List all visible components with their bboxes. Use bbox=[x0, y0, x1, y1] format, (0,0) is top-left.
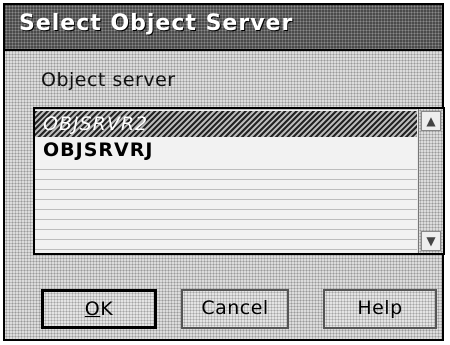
ok-button[interactable]: OK bbox=[41, 289, 157, 329]
ok-label-rest: K bbox=[100, 298, 114, 320]
list-item-objsrvrj[interactable]: OBJSRVRJ bbox=[35, 137, 417, 163]
title-bar[interactable]: Select Object Server bbox=[5, 5, 442, 51]
vertical-scrollbar[interactable]: ▲ ▼ bbox=[418, 109, 443, 253]
ok-mnemonic: O bbox=[84, 298, 101, 320]
list-item-objsrvr2[interactable]: OBJSRVR2 bbox=[35, 111, 417, 137]
list-area: OBJSRVR2 OBJSRVRJ bbox=[35, 109, 417, 253]
object-server-listbox[interactable]: OBJSRVR2 OBJSRVRJ ▲ ▼ bbox=[33, 107, 445, 255]
dialog-title: Select Object Server bbox=[19, 11, 294, 36]
scroll-up-arrow-icon[interactable]: ▲ bbox=[421, 111, 441, 131]
cancel-button[interactable]: Cancel bbox=[181, 289, 289, 329]
help-button[interactable]: Help bbox=[323, 289, 437, 329]
object-server-label: Object server bbox=[41, 69, 176, 91]
scroll-down-arrow-icon[interactable]: ▼ bbox=[421, 231, 441, 251]
select-object-server-dialog: Select Object Server Object server OBJSR… bbox=[3, 3, 445, 341]
